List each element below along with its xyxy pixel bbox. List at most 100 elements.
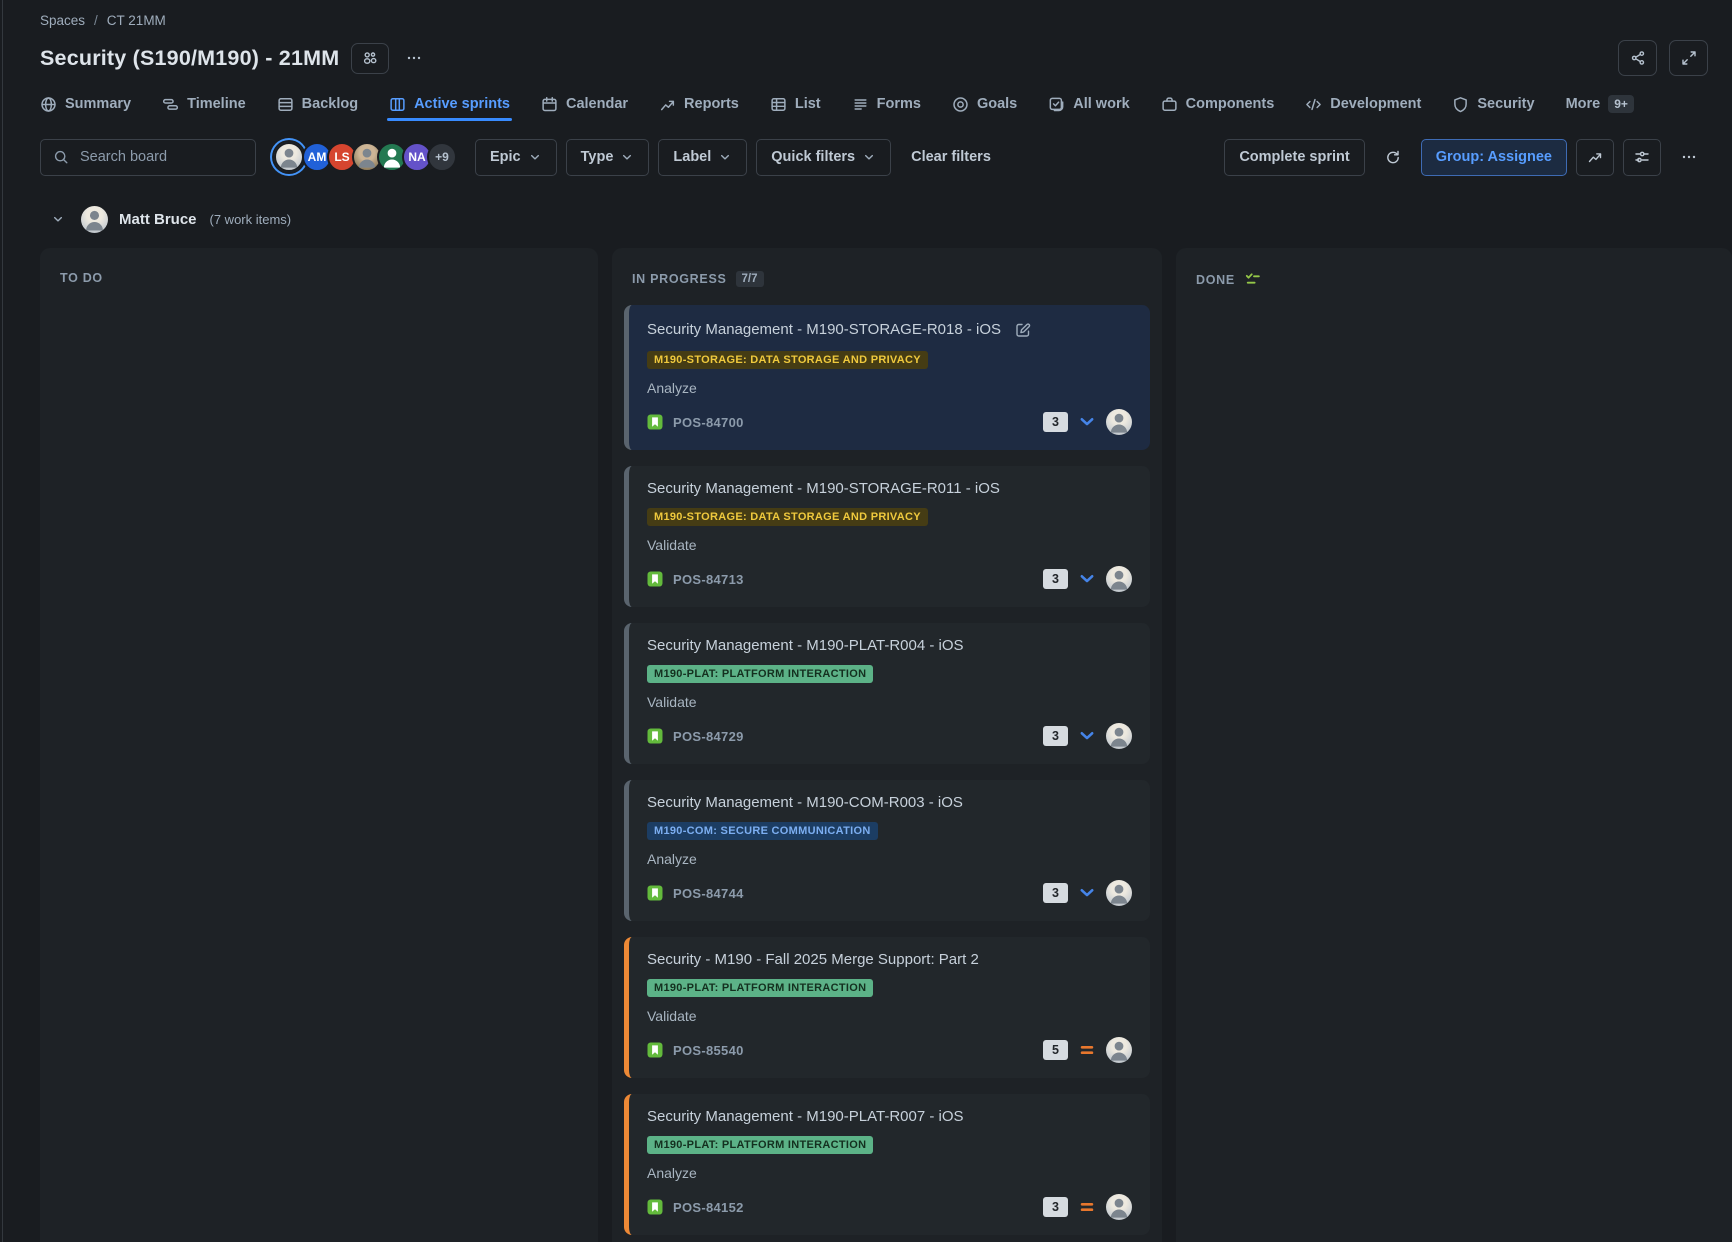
card-status: Validate [647, 537, 1132, 553]
tab-security[interactable]: Security [1452, 87, 1534, 121]
assignee-avatar[interactable] [1106, 1037, 1132, 1063]
person-photo-icon [81, 206, 108, 233]
tab-label: Development [1330, 96, 1421, 112]
tab-label: Forms [877, 96, 921, 112]
priority-low-icon [1077, 883, 1097, 903]
tab-label: Goals [977, 96, 1017, 112]
clear-filters-link[interactable]: Clear filters [911, 149, 991, 165]
tab-active-sprints[interactable]: Active sprints [389, 87, 510, 121]
share-button[interactable] [1618, 40, 1657, 76]
card-key: POS-84700 [673, 415, 744, 430]
view-settings-button[interactable] [1623, 139, 1661, 176]
breadcrumb-project[interactable]: CT 21MM [107, 13, 166, 28]
assignee-avatar[interactable] [1106, 880, 1132, 906]
column-header: IN PROGRESS 7/7 [612, 248, 1162, 299]
insights-icon [1587, 149, 1603, 165]
board-toolbar: AMLSNA+9 EpicTypeLabelQuick filters Clea… [0, 138, 1732, 176]
board-card[interactable]: Security Management - M190-STORAGE-R011 … [624, 466, 1150, 607]
assignee-avatar[interactable] [1106, 723, 1132, 749]
card-title: Security - M190 - Fall 2025 Merge Suppor… [647, 950, 1132, 970]
card-label-badge: M190-STORAGE: DATA STORAGE AND PRIVACY [647, 351, 928, 369]
components-icon [1161, 96, 1178, 113]
tab-components[interactable]: Components [1161, 87, 1275, 121]
tab-label: Active sprints [414, 96, 510, 112]
filter-label: Quick filters [771, 149, 855, 165]
card-list [40, 297, 598, 315]
backlog-icon [277, 96, 294, 113]
avatar-overflow[interactable]: +9 [427, 142, 457, 172]
tab-forms[interactable]: Forms [852, 87, 921, 121]
tab-label: Components [1186, 96, 1275, 112]
tab-backlog[interactable]: Backlog [277, 87, 358, 121]
assignee-avatar[interactable] [1106, 409, 1132, 435]
tab-all-work[interactable]: All work [1048, 87, 1129, 121]
toolbar-more-button[interactable] [1670, 139, 1708, 176]
expand-button[interactable] [1669, 40, 1708, 76]
filter-label: Label [673, 149, 711, 165]
group-by-button[interactable]: Group: Assignee [1421, 139, 1567, 176]
board-card[interactable]: Security Management - M190-STORAGE-R018 … [624, 305, 1150, 450]
avatar[interactable] [274, 142, 304, 172]
tab-timeline[interactable]: Timeline [162, 87, 246, 121]
estimate-badge: 5 [1043, 1040, 1068, 1060]
breadcrumb-spaces[interactable]: Spaces [40, 13, 85, 28]
filter-epic[interactable]: Epic [475, 139, 557, 176]
refresh-button[interactable] [1374, 139, 1412, 176]
tab-label: More [1566, 96, 1601, 112]
title-more-button[interactable] [395, 43, 433, 74]
app-header: Spaces / CT 21MM Security (S190/M190) - … [0, 0, 1732, 79]
tab-calendar[interactable]: Calendar [541, 87, 628, 121]
filter-label[interactable]: Label [658, 139, 747, 176]
edit-summary-button[interactable] [1011, 318, 1035, 342]
tab-label: List [795, 96, 821, 112]
allwork-icon [1048, 96, 1065, 113]
story-icon [647, 1199, 663, 1215]
board-card[interactable]: Security - M190 - Fall 2025 Merge Suppor… [624, 937, 1150, 1078]
team-button[interactable] [351, 43, 389, 74]
board-card[interactable]: Security Management - M190-PLAT-R007 - i… [624, 1094, 1150, 1235]
toolbar-actions: Complete sprint Group: Assignee [1224, 139, 1708, 176]
tab-list[interactable]: List [770, 87, 821, 121]
card-status: Analyze [647, 1165, 1132, 1181]
column-title: TO DO [60, 271, 103, 285]
calendar-icon [541, 96, 558, 113]
card-footer: POS-84152 3 [647, 1194, 1132, 1220]
card-status: Validate [647, 694, 1132, 710]
ellipsis-icon [1681, 149, 1697, 165]
forms-icon [852, 96, 869, 113]
card-footer: POS-85540 5 [647, 1037, 1132, 1063]
collapse-group-button[interactable] [46, 207, 70, 231]
filter-quick-filters[interactable]: Quick filters [756, 139, 891, 176]
goals-icon [952, 96, 969, 113]
tab-summary[interactable]: Summary [40, 87, 131, 121]
group-name: Matt Bruce [119, 211, 197, 228]
assignee-avatar[interactable] [1106, 566, 1132, 592]
list-icon [770, 96, 787, 113]
card-status: Analyze [647, 380, 1132, 396]
tab-reports[interactable]: Reports [659, 87, 739, 121]
filter-type[interactable]: Type [566, 139, 650, 176]
tab-more[interactable]: More9+ [1566, 87, 1634, 121]
board-card[interactable]: Security Management - M190-COM-R003 - iO… [624, 780, 1150, 921]
column-todo: TO DO [40, 248, 598, 1242]
filter-dropdowns: EpicType Label Quick filters [475, 139, 891, 176]
assignee-avatar[interactable] [1106, 1194, 1132, 1220]
card-key: POS-84729 [673, 729, 744, 744]
column-title: DONE [1196, 273, 1235, 287]
estimate-badge: 3 [1043, 569, 1068, 589]
chevron-down-icon [718, 150, 732, 164]
priority-low-icon [1077, 412, 1097, 432]
tab-development[interactable]: Development [1305, 87, 1421, 121]
tab-label: Reports [684, 96, 739, 112]
search-input[interactable] [78, 148, 243, 166]
tab-label: Backlog [302, 96, 358, 112]
insights-button[interactable] [1576, 139, 1614, 176]
tab-label: Security [1477, 96, 1534, 112]
board-icon [389, 96, 406, 113]
board-card[interactable]: Security Management - M190-PLAT-R004 - i… [624, 623, 1150, 764]
tab-goals[interactable]: Goals [952, 87, 1017, 121]
chevron-down-icon [862, 150, 876, 164]
card-title: Security Management - M190-PLAT-R007 - i… [647, 1107, 1132, 1127]
search-board[interactable] [40, 139, 256, 176]
complete-sprint-button[interactable]: Complete sprint [1224, 139, 1364, 176]
